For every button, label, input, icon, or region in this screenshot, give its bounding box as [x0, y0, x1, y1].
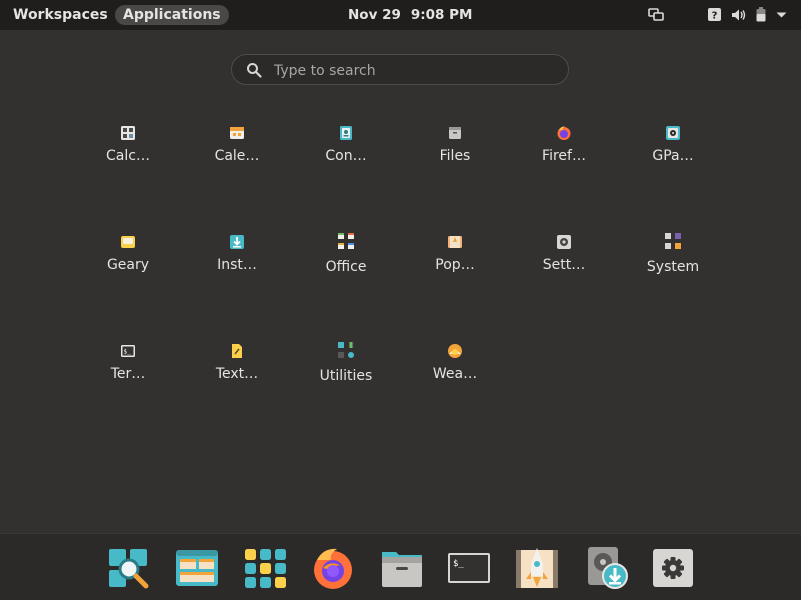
- app-geary[interactable]: Geary: [78, 234, 178, 273]
- app-installer[interactable]: Inst…: [187, 234, 287, 273]
- system-tray[interactable]: ?: [648, 7, 787, 22]
- calendar-icon: [230, 127, 244, 139]
- terminal-icon: $_: [121, 345, 135, 357]
- settings-icon: [653, 549, 693, 587]
- chevron-down-icon[interactable]: [776, 11, 787, 19]
- app-label: Ter…: [110, 366, 146, 382]
- folder-office[interactable]: Office: [296, 231, 396, 275]
- office-folder-icon: [338, 233, 354, 249]
- app-label: Firef…: [542, 148, 586, 164]
- clock[interactable]: Nov 29 9:08 PM: [348, 5, 472, 25]
- app-label: Text…: [215, 366, 259, 382]
- dock-applications[interactable]: [244, 546, 288, 590]
- installer-icon: [588, 547, 628, 589]
- app-label: Files: [439, 148, 471, 164]
- app-label: System: [646, 259, 700, 275]
- utilities-folder-icon: [338, 342, 354, 358]
- app-label: Con…: [325, 148, 367, 164]
- applications-icon: [245, 549, 286, 588]
- app-weather[interactable]: Wea…: [405, 343, 505, 382]
- files-icon: [382, 552, 422, 587]
- search-icon: [247, 63, 262, 78]
- app-text-editor[interactable]: Text…: [187, 343, 287, 382]
- top-panel: Workspaces Applications Nov 29 9:08 PM ?: [0, 0, 801, 30]
- app-files[interactable]: Files: [405, 125, 505, 164]
- files-icon: [449, 127, 461, 139]
- applications-button[interactable]: Applications: [115, 5, 229, 25]
- dock: $_: [0, 533, 801, 600]
- app-gparted[interactable]: GPa…: [623, 125, 723, 164]
- app-terminal[interactable]: $_ Ter…: [78, 343, 178, 382]
- geary-icon: [121, 236, 135, 248]
- app-label: Wea…: [432, 366, 478, 382]
- dock-files[interactable]: [380, 546, 424, 590]
- app-label: Geary: [106, 257, 150, 273]
- dock-pop-shop[interactable]: [515, 546, 559, 590]
- system-folder-icon: [665, 233, 681, 249]
- dock-workspaces[interactable]: [175, 546, 219, 590]
- app-label: Utilities: [319, 368, 373, 384]
- time-label: 9:08 PM: [410, 7, 473, 23]
- settings-icon: [557, 235, 571, 249]
- workspaces-button[interactable]: Workspaces: [5, 5, 116, 25]
- search-box[interactable]: [231, 54, 569, 85]
- pop-shop-icon: [448, 236, 462, 248]
- pop-shop-icon: [516, 548, 558, 588]
- help-icon[interactable]: ?: [708, 8, 721, 21]
- launcher-icon: [109, 549, 149, 589]
- text-editor-icon: [232, 344, 242, 358]
- svg-text:$_: $_: [124, 349, 132, 356]
- app-settings[interactable]: Sett…: [514, 234, 614, 273]
- app-label: Calc…: [106, 148, 150, 164]
- app-label: Sett…: [542, 257, 586, 273]
- contacts-icon: [340, 126, 352, 140]
- app-label: Pop…: [435, 257, 475, 273]
- svg-text:?: ?: [712, 11, 718, 22]
- calculator-icon: [121, 126, 135, 140]
- firefox-icon: [557, 126, 571, 140]
- app-label: Cale…: [214, 148, 260, 164]
- app-calendar[interactable]: Cale…: [187, 125, 287, 164]
- app-firefox[interactable]: Firef…: [514, 125, 614, 164]
- dock-settings[interactable]: [651, 546, 695, 590]
- folder-utilities[interactable]: Utilities: [296, 340, 396, 384]
- dock-launcher[interactable]: [106, 546, 150, 590]
- folder-system[interactable]: System: [623, 231, 723, 275]
- installer-icon: [230, 235, 244, 249]
- dock-terminal[interactable]: $_: [447, 546, 491, 590]
- firefox-icon: [314, 548, 352, 589]
- app-label: Inst…: [217, 257, 257, 273]
- app-contacts[interactable]: Con…: [296, 125, 396, 164]
- app-pop-shop[interactable]: Pop…: [405, 234, 505, 273]
- terminal-icon: $_: [448, 553, 490, 583]
- dock-installer[interactable]: [584, 546, 628, 590]
- volume-icon[interactable]: [731, 8, 746, 22]
- search-input[interactable]: [272, 59, 556, 83]
- weather-icon: [448, 344, 462, 358]
- svg-text:$_: $_: [453, 559, 464, 569]
- battery-icon[interactable]: [756, 7, 766, 22]
- app-calculator[interactable]: Calc…: [78, 125, 178, 164]
- date-label: Nov 29: [348, 7, 401, 23]
- dock-firefox[interactable]: [311, 546, 355, 590]
- app-label: GPa…: [652, 148, 694, 164]
- workspaces-icon: [176, 550, 218, 586]
- app-label: Office: [325, 259, 367, 275]
- gparted-icon: [666, 126, 680, 140]
- display-icon[interactable]: [648, 7, 664, 22]
